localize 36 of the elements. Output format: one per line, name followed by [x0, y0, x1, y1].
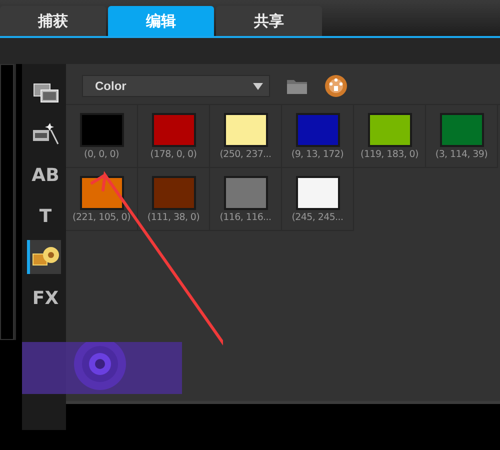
film-wand-icon: [32, 122, 60, 146]
swatch-label: (178, 0, 0): [150, 148, 197, 160]
swatch-tile[interactable]: (221, 105, 0): [66, 168, 138, 231]
tab[interactable]: 共享: [216, 6, 322, 36]
text-tool-icon: FX: [32, 288, 59, 308]
swatch-tile[interactable]: (116, 116...: [210, 168, 282, 231]
caret-icon: [253, 82, 263, 90]
swatch-tile[interactable]: (3, 114, 39): [426, 105, 498, 168]
swatch-tile[interactable]: (245, 245...: [282, 168, 354, 231]
swatch-label: (0, 0, 0): [84, 148, 119, 160]
swatch-tile[interactable]: (250, 237...: [210, 105, 282, 168]
sidebar-item[interactable]: T: [27, 199, 61, 233]
folder-icon[interactable]: [286, 77, 308, 95]
palette-icon[interactable]: [324, 74, 348, 98]
swatch-label: (221, 105, 0): [72, 212, 130, 222]
swatch-tile[interactable]: (9, 13, 172): [282, 105, 354, 168]
text-tool-icon: T: [39, 206, 52, 226]
swatch-label: (111, 38, 0): [147, 212, 200, 222]
tab[interactable]: 捕获: [0, 6, 106, 36]
swatch-label: (250, 237...: [220, 148, 272, 160]
sidebar-item[interactable]: [27, 240, 61, 274]
sidebar-item[interactable]: AB: [27, 158, 61, 192]
swatch-label: (245, 245...: [292, 212, 344, 222]
swatch-tile[interactable]: (119, 183, 0): [354, 105, 426, 168]
swatch-tile[interactable]: (0, 0, 0): [66, 105, 138, 168]
swatch-label: (3, 114, 39): [435, 148, 488, 160]
swatch-tile[interactable]: (111, 38, 0): [138, 168, 210, 231]
swatch-tile[interactable]: (178, 0, 0): [138, 105, 210, 168]
film-icon: [32, 82, 58, 104]
tab[interactable]: 编辑: [108, 6, 214, 36]
swatch-label: (116, 116...: [220, 212, 272, 222]
swatch-label: (119, 183, 0): [360, 148, 418, 160]
sidebar-item[interactable]: FX: [27, 281, 61, 315]
category-dropdown[interactable]: Color: [82, 75, 270, 97]
swatch-label: (9, 13, 172): [291, 148, 344, 160]
text-tool-icon: AB: [32, 164, 60, 186]
